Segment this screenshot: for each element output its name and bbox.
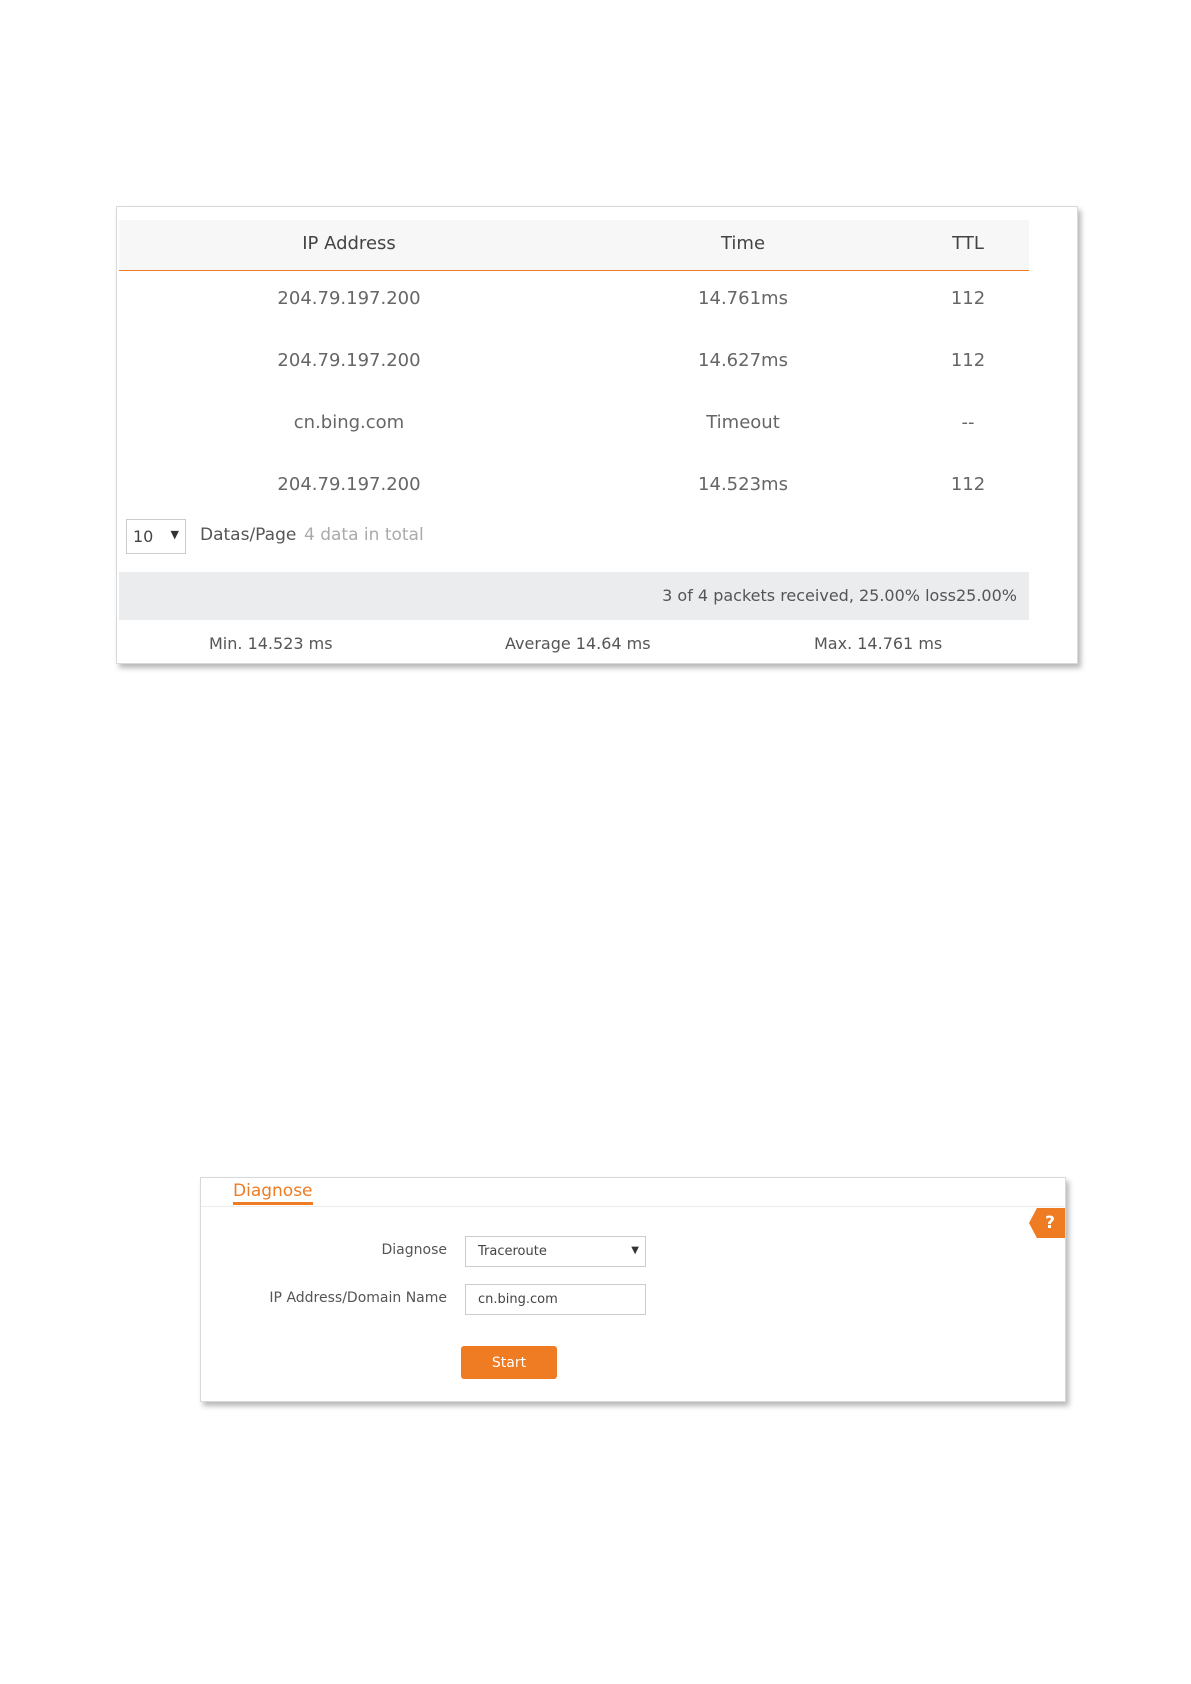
column-header-time: Time [720,233,766,254]
pagination: 10 ▼ Datas/Page 4 data in total [126,519,726,555]
stat-min: Min. 14.523 ms [209,634,333,653]
diagnose-panel: Diagnose ? Diagnose Traceroute ▼ IP Addr… [200,1177,1066,1402]
start-button[interactable]: Start [461,1346,557,1379]
help-icon[interactable]: ? [1029,1208,1065,1238]
column-header-ip: IP Address [302,233,396,254]
ping-result-panel: IP Address Time TTL 204.79.197.200 14.76… [116,206,1078,664]
per-page-select[interactable]: 10 ▼ [126,519,186,554]
row-ttl: 112 [950,350,986,371]
table-row: 204.79.197.200 14.627ms 112 [119,341,1029,381]
caret-down-icon: ▼ [631,1245,639,1256]
ip-domain-label: IP Address/Domain Name [269,1290,447,1306]
packet-summary-bar: 3 of 4 packets received, 25.00% loss25.0… [119,572,1029,620]
per-page-label: Datas/Page [200,525,297,545]
tab-diagnose[interactable]: Diagnose [233,1181,313,1205]
table-row: 204.79.197.200 14.761ms 112 [119,279,1029,319]
table-row: cn.bing.com Timeout -- [119,403,1029,443]
row-ttl: -- [961,412,975,433]
row-ip: 204.79.197.200 [277,350,421,371]
row-ttl: 112 [950,474,986,495]
column-header-ttl: TTL [952,233,984,254]
diagnose-label: Diagnose [381,1242,447,1258]
row-time: 14.761ms [698,288,788,309]
total-count: 4 data in total [304,525,424,545]
row-ip: 204.79.197.200 [277,288,421,309]
table-row: 204.79.197.200 14.523ms 112 [119,465,1029,505]
row-time: 14.523ms [698,474,788,495]
diagnose-select-value: Traceroute [478,1244,547,1259]
packet-summary: 3 of 4 packets received, 25.00% loss25.0… [662,586,1017,605]
table-header: IP Address Time TTL [119,220,1029,271]
ip-domain-input[interactable] [465,1284,646,1315]
stat-max: Max. 14.761 ms [814,634,943,653]
row-time: Timeout [706,412,780,433]
row-ttl: 112 [950,288,986,309]
per-page-value: 10 [133,527,154,546]
row-ip: cn.bing.com [293,412,405,433]
row-time: 14.627ms [698,350,788,371]
diagnose-select[interactable]: Traceroute ▼ [465,1236,646,1267]
tab-divider [201,1206,1065,1207]
row-ip: 204.79.197.200 [277,474,421,495]
stat-average: Average 14.64 ms [505,634,651,653]
caret-down-icon: ▼ [170,528,179,541]
